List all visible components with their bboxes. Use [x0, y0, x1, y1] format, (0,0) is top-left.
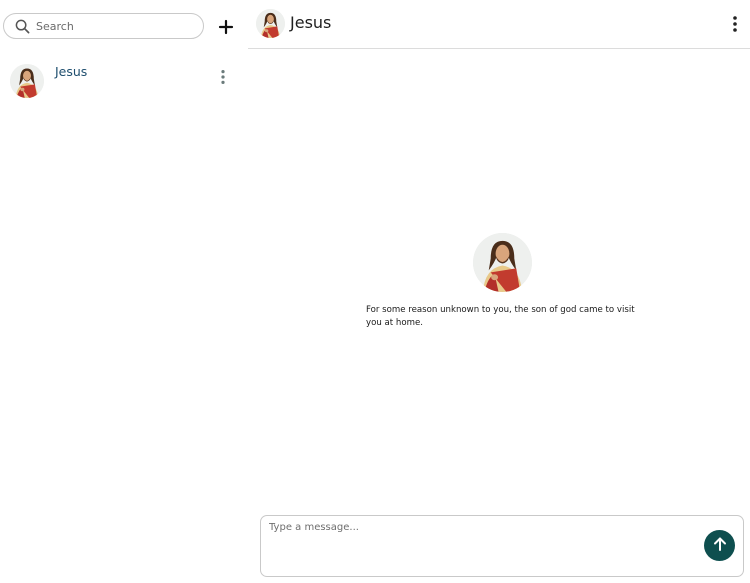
intro-avatar: [473, 233, 532, 292]
sidebar: Jesus: [0, 0, 248, 583]
send-button[interactable]: [704, 530, 735, 561]
vertical-dots-icon: [216, 74, 230, 89]
chat-app: Jesus Jesus For some reas: [0, 0, 750, 583]
message-composer: [260, 515, 744, 577]
arrow-up-icon: [712, 536, 728, 555]
search-input[interactable]: [36, 19, 196, 33]
contact-item-jesus[interactable]: Jesus: [0, 58, 248, 106]
contact-menu-button[interactable]: [216, 68, 230, 86]
chat-panel: Jesus For some reason unknown to you, th…: [248, 0, 750, 583]
contact-name: Jesus: [55, 64, 88, 79]
search-box[interactable]: [3, 13, 204, 39]
add-chat-button[interactable]: [216, 17, 236, 37]
chat-menu-button[interactable]: [728, 14, 742, 34]
plus-icon: [216, 19, 236, 40]
intro-text: For some reason unknown to you, the son …: [366, 305, 635, 328]
contact-avatar: [10, 64, 44, 98]
header-avatar: [256, 9, 285, 38]
message-input[interactable]: [269, 522, 689, 566]
chat-title: Jesus: [290, 13, 332, 32]
search-icon: [14, 18, 30, 34]
vertical-dots-icon: [728, 22, 742, 37]
chat-header: Jesus: [248, 0, 750, 49]
